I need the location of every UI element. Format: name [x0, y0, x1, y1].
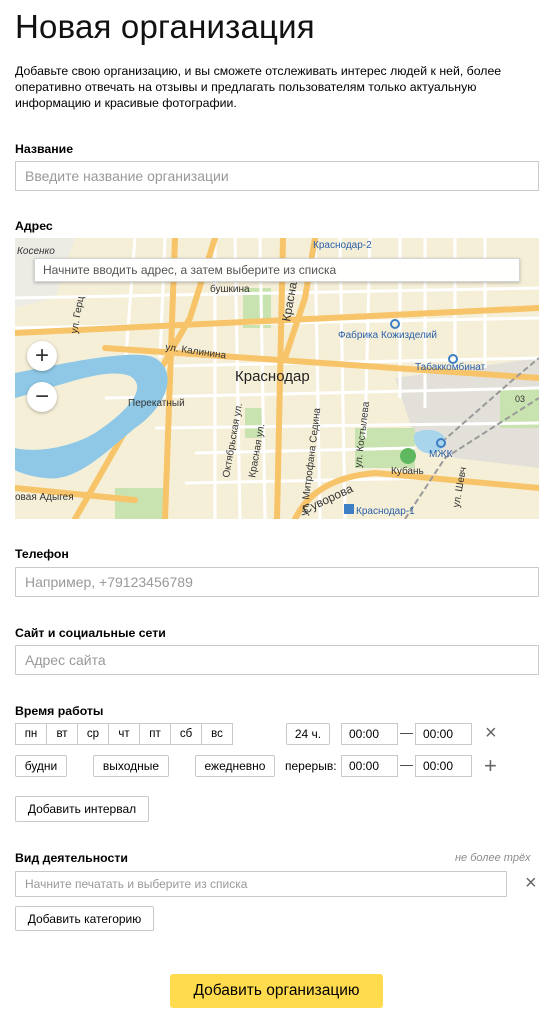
- name-label: Название: [15, 142, 74, 156]
- all-day-button[interactable]: 24 ч.: [286, 723, 330, 745]
- close-time-input[interactable]: 00:00: [415, 723, 472, 745]
- weekdays-button[interactable]: будни: [15, 755, 67, 777]
- map-label: 03: [515, 394, 525, 404]
- break-label: перерыв:: [285, 759, 337, 773]
- phone-input[interactable]: [15, 567, 539, 597]
- map-label: овая Адыгея: [15, 492, 74, 503]
- intro-text: Добавьте свою организацию, и вы сможете …: [15, 64, 502, 110]
- activity-label: Вид деятельности: [15, 851, 128, 865]
- map-label: Краснодар-2: [313, 240, 372, 251]
- map-label: Косенко: [17, 246, 55, 257]
- add-category-button[interactable]: Добавить категорию: [15, 906, 154, 931]
- days-selector: пн вт ср чт пт сб вс: [15, 723, 233, 745]
- clear-activity-icon[interactable]: ×: [525, 873, 537, 893]
- map-label: Кубань: [391, 465, 424, 477]
- break-end-input[interactable]: 00:00: [415, 755, 472, 777]
- address-label: Адрес: [15, 219, 53, 233]
- phone-label: Телефон: [15, 547, 69, 561]
- open-time-input[interactable]: 00:00: [341, 723, 398, 745]
- plus-icon: +: [34, 342, 49, 369]
- break-dash: —: [400, 757, 413, 772]
- address-search-input[interactable]: [34, 258, 520, 282]
- daily-button[interactable]: ежедневно: [195, 755, 275, 777]
- map-label: Краснодар-1: [356, 506, 415, 517]
- activity-input[interactable]: [15, 871, 507, 897]
- day-thu-button[interactable]: чт: [108, 723, 140, 745]
- activity-limit-hint: не более трёх: [455, 852, 531, 864]
- map-label: Фабрика Кожизделий: [338, 329, 437, 341]
- time-dash: —: [400, 725, 413, 740]
- weekends-button[interactable]: выходные: [93, 755, 169, 777]
- page-title: Новая организация: [15, 8, 315, 45]
- day-sun-button[interactable]: вс: [201, 723, 233, 745]
- map-label: Краснодар: [235, 368, 310, 385]
- map-label: МЖК: [429, 449, 453, 460]
- submit-button[interactable]: Добавить организацию: [170, 974, 383, 1008]
- site-label: Сайт и социальные сети: [15, 626, 166, 640]
- map-label: Перекатный: [128, 398, 185, 409]
- day-sat-button[interactable]: сб: [170, 723, 202, 745]
- day-tue-button[interactable]: вт: [46, 723, 78, 745]
- name-input[interactable]: [15, 161, 539, 191]
- minus-icon: −: [34, 383, 49, 410]
- zoom-in-button[interactable]: +: [27, 341, 57, 371]
- hours-label: Время работы: [15, 704, 104, 718]
- day-wed-button[interactable]: ср: [77, 723, 109, 745]
- map-label: Табаккомбинат: [415, 361, 486, 373]
- site-input[interactable]: [15, 645, 539, 675]
- day-fri-button[interactable]: пт: [139, 723, 171, 745]
- add-break-icon[interactable]: +: [484, 755, 497, 777]
- add-interval-button[interactable]: Добавить интервал: [15, 796, 149, 822]
- remove-interval-icon[interactable]: ×: [485, 723, 497, 743]
- day-mon-button[interactable]: пн: [15, 723, 47, 745]
- zoom-out-button[interactable]: −: [27, 382, 57, 412]
- map-label: бушкина: [210, 283, 250, 295]
- break-start-input[interactable]: 00:00: [341, 755, 398, 777]
